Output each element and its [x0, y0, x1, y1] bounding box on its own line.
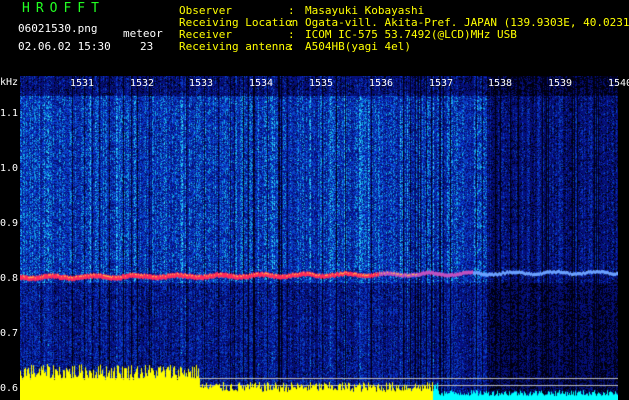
- axis-unit-label: kHz: [0, 77, 19, 88]
- y-tick-label: 1.1: [0, 108, 19, 119]
- y-tick-label: 1.0: [0, 163, 19, 174]
- file-name: 06021530.png: [18, 22, 98, 35]
- date-time: 02.06.02 15:30: [18, 40, 111, 53]
- y-tick-label: 0.8: [0, 273, 19, 284]
- meteor-label: meteor: [123, 27, 163, 40]
- frequency-axis: kHz 1.1 1.0 0.9 0.8 0.7 0.6: [0, 76, 20, 400]
- antenna-value: A504HB(yagi 4el): [305, 40, 411, 53]
- x-tick-label: 1531: [70, 78, 95, 89]
- antenna-label: Receiving antenna: [179, 40, 292, 53]
- app-title: HROFFT: [22, 1, 105, 16]
- header-panel: HROFFT 06021530.png meteor 02.06.02 15:3…: [0, 0, 629, 76]
- x-tick-label: 1535: [309, 78, 334, 89]
- meteor-count: 23: [140, 40, 154, 53]
- x-tick-label: 1533: [189, 78, 214, 89]
- y-tick-label: 0.9: [0, 218, 19, 229]
- y-tick-label: 0.7: [0, 328, 19, 339]
- x-tick-label: 1537: [429, 78, 454, 89]
- x-tick-label: 1534: [249, 78, 274, 89]
- x-tick-label: 1539: [548, 78, 573, 89]
- y-tick-label: 0.6: [0, 383, 19, 394]
- antenna-colon: :: [288, 40, 295, 53]
- x-tick-label: 1532: [130, 78, 155, 89]
- x-tick-label: 1538: [488, 78, 513, 89]
- x-tick-label: 1540: [608, 78, 629, 89]
- time-axis: 1531 1532 1533 1534 1535 1536 1537 1538 1539 1540: [20, 76, 629, 90]
- spectrogram-canvas: [20, 76, 618, 400]
- x-tick-label: 1536: [369, 78, 394, 89]
